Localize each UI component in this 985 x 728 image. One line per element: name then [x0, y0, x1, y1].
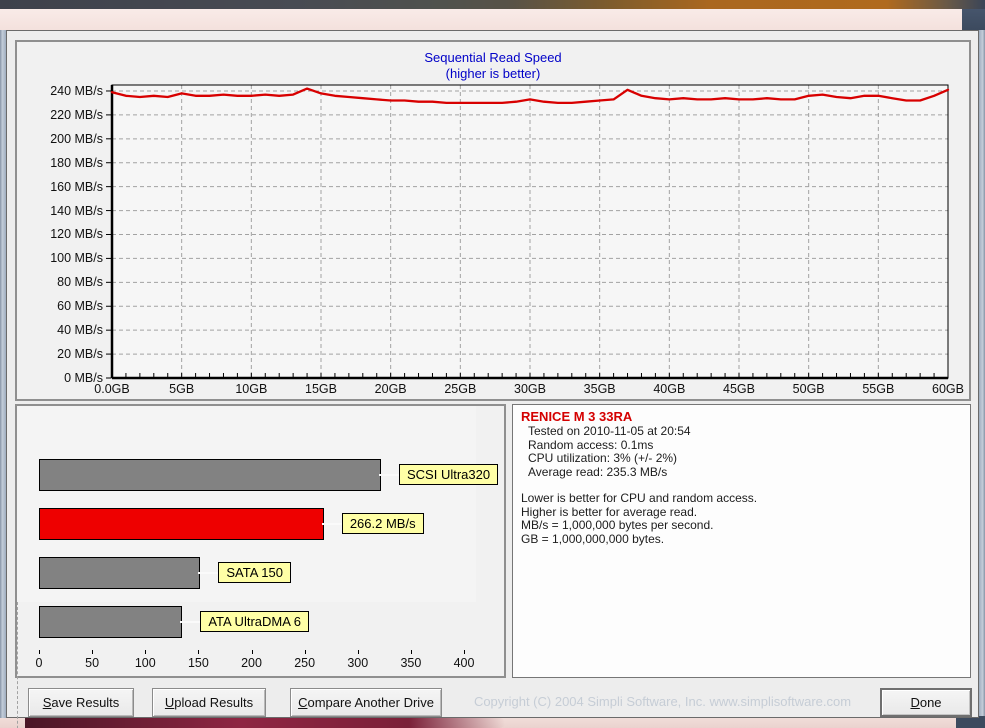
x-axis-tick-label: 15GB — [286, 381, 356, 397]
burst-bar-reference — [39, 459, 381, 491]
sequential-read-chart: 0 MB/s20 MB/s40 MB/s60 MB/s80 MB/s100 MB… — [17, 42, 969, 399]
burst-axis-label: 150 — [176, 655, 220, 671]
x-axis-tick-label: 25GB — [425, 381, 495, 397]
bar-label-connector — [180, 621, 200, 623]
x-axis-tick-label: 40GB — [634, 381, 704, 397]
burst-axis-tick — [411, 650, 412, 654]
x-axis-tick-label: 30GB — [495, 381, 565, 397]
y-axis-tick-label: 140 MB/s — [17, 203, 103, 219]
burst-axis-label: 50 — [70, 655, 114, 671]
bar-label-connector — [322, 523, 342, 525]
y-axis-tick-label: 20 MB/s — [17, 346, 103, 362]
note-gb-definition: GB = 1,000,000,000 bytes. — [521, 533, 962, 546]
y-axis-tick-label: 200 MB/s — [17, 131, 103, 147]
y-axis-tick-label: 60 MB/s — [17, 298, 103, 314]
compare-another-drive-button[interactable]: Compare Another Drive — [290, 688, 442, 717]
note-higher-better: Higher is better for average read. — [521, 506, 962, 519]
sequential-read-panel: Sequential Read Speed (higher is better)… — [15, 40, 971, 401]
note-mbs-definition: MB/s = 1,000,000 bytes per second. — [521, 519, 962, 532]
burst-axis-label: 400 — [442, 655, 486, 671]
burst-axis-tick — [358, 650, 359, 654]
burst-axis-label: 350 — [389, 655, 433, 671]
burst-bar-tested-drive — [39, 508, 324, 540]
burst-axis-label: 250 — [283, 655, 327, 671]
desktop-background-blob — [25, 718, 505, 728]
desktop-background-strip — [0, 0, 985, 9]
burst-bar-label: SCSI Ultra320 — [399, 464, 498, 485]
burst-axis-label: 200 — [230, 655, 274, 671]
burst-axis-tick — [464, 650, 465, 654]
random-access: Random access: 0.1ms — [521, 439, 962, 452]
burst-axis-label: 0 — [17, 655, 61, 671]
window-frame-right — [979, 30, 985, 718]
y-axis-tick-label: 160 MB/s — [17, 179, 103, 195]
burst-axis-tick — [145, 650, 146, 654]
y-axis-tick-label: 240 MB/s — [17, 83, 103, 99]
tested-on: Tested on 2010-11-05 at 20:54 — [521, 425, 962, 438]
drive-info-panel: RENICE M 3 33RA Tested on 2010-11-05 at … — [512, 404, 971, 678]
copyright-text: Copyright (C) 2004 Simpli Software, Inc.… — [455, 694, 870, 709]
burst-axis-tick — [252, 650, 253, 654]
burst-bar-label: 266.2 MB/s — [342, 513, 424, 534]
bar-label-connector — [379, 474, 399, 476]
burst-axis-tick — [305, 650, 306, 654]
drive-name: RENICE M 3 33RA — [521, 409, 962, 424]
average-read: Average read: 235.3 MB/s — [521, 466, 962, 479]
x-axis-tick-label: 20GB — [356, 381, 426, 397]
x-axis-tick-label: 0.0GB — [77, 381, 147, 397]
burst-bar-label: ATA UltraDMA 6 — [200, 611, 309, 632]
burst-speed-chart: SCSI Ultra320 266.2 MB/s SATA 150 ATA Ultra… — [17, 406, 504, 676]
burst-speed-panel: Burst Speed (higher is better) SCSI Ultr… — [15, 404, 506, 678]
save-results-button[interactable]: Save Results — [28, 688, 134, 717]
x-axis-tick-label: 45GB — [704, 381, 774, 397]
burst-axis-tick — [198, 650, 199, 654]
hd-tach-window: HD Tach version 3.0.4.0 - For non-commer… — [0, 0, 985, 728]
x-axis-tick-label: 35GB — [565, 381, 635, 397]
burst-axis-label: 100 — [123, 655, 167, 671]
burst-bar-reference — [39, 606, 182, 638]
x-axis-tick-label: 10GB — [216, 381, 286, 397]
y-axis-tick-label: 220 MB/s — [17, 107, 103, 123]
burst-axis-tick — [92, 650, 93, 654]
y-axis-tick-label: 120 MB/s — [17, 226, 103, 242]
x-axis-tick-label: 60GB — [913, 381, 983, 397]
upload-results-button[interactable]: Upload Results — [152, 688, 266, 717]
done-button[interactable]: Done — [880, 688, 972, 717]
window-titlebar[interactable]: HD Tach version 3.0.4.0 - For non-commer… — [0, 9, 985, 30]
note-lower-better: Lower is better for CPU and random acces… — [521, 492, 962, 505]
y-axis-tick-label: 180 MB/s — [17, 155, 103, 171]
burst-bar-label: SATA 150 — [218, 562, 291, 583]
burst-axis-tick — [39, 650, 40, 654]
desktop-corner — [962, 9, 985, 30]
y-axis-tick-label: 40 MB/s — [17, 322, 103, 338]
burst-axis-label: 300 — [336, 655, 380, 671]
x-axis-tick-label: 5GB — [147, 381, 217, 397]
y-axis-tick-label: 80 MB/s — [17, 274, 103, 290]
cpu-utilization: CPU utilization: 3% (+/- 2%) — [521, 452, 962, 465]
x-axis-tick-label: 55GB — [843, 381, 913, 397]
bar-label-connector — [198, 572, 218, 574]
x-axis-tick-label: 50GB — [774, 381, 844, 397]
sequential-read-svg — [17, 42, 969, 399]
burst-bar-reference — [39, 557, 200, 589]
info-notes: Lower is better for CPU and random acces… — [521, 492, 962, 545]
y-axis-tick-label: 100 MB/s — [17, 250, 103, 266]
